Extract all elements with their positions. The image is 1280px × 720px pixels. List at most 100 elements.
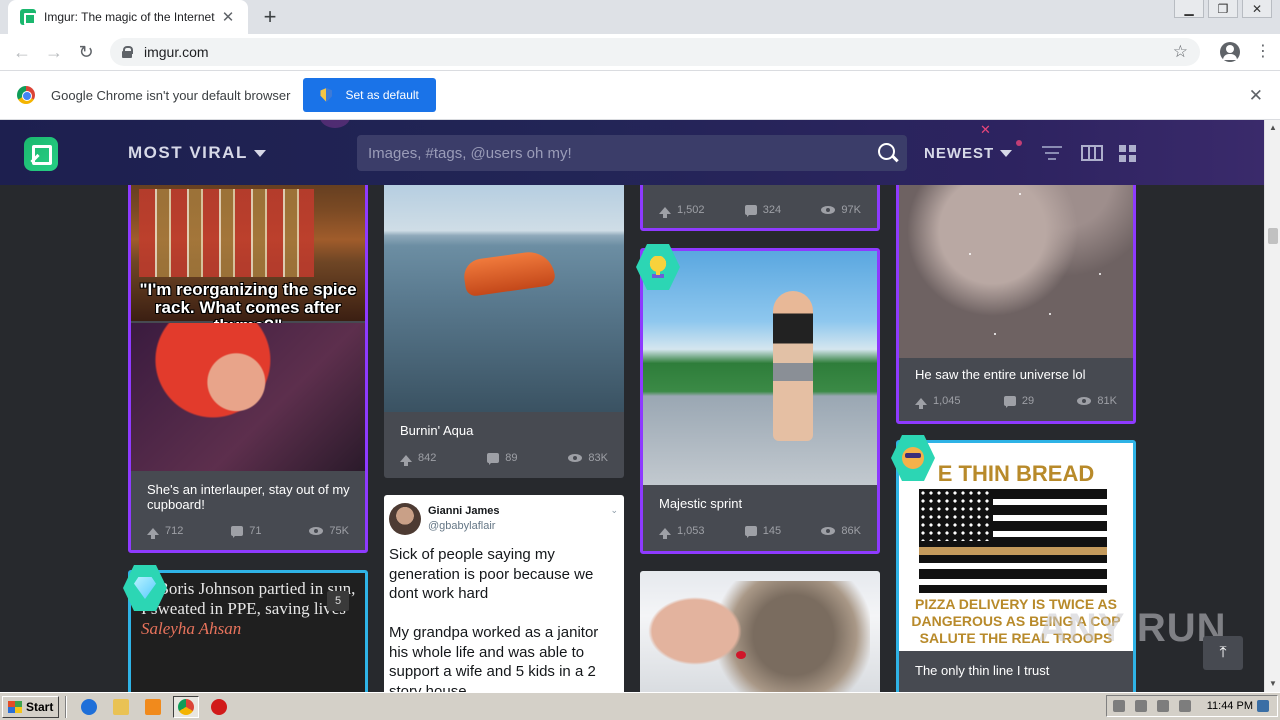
close-tab-icon[interactable]: ✕ bbox=[220, 8, 236, 26]
start-label: Start bbox=[26, 699, 54, 714]
eye-icon bbox=[821, 527, 836, 535]
url-text[interactable]: imgur.com bbox=[144, 44, 1173, 60]
internet-explorer-icon[interactable] bbox=[81, 698, 98, 715]
media-player-icon[interactable] bbox=[145, 698, 162, 715]
tweet-author-handle: @gbabylaflair bbox=[428, 520, 496, 532]
clock: 11:44 PM bbox=[1206, 700, 1253, 712]
stop-icon[interactable] bbox=[211, 698, 228, 715]
comment-count: 29 bbox=[1003, 395, 1034, 408]
folder-icon[interactable] bbox=[113, 698, 130, 715]
search-bar[interactable] bbox=[357, 135, 907, 171]
uniform-grid-icon[interactable] bbox=[1081, 145, 1103, 161]
eye-icon bbox=[821, 206, 836, 214]
window-controls: ▁ ❐ ✕ bbox=[1170, 0, 1272, 18]
post-image[interactable] bbox=[384, 160, 624, 412]
comment-icon bbox=[744, 526, 757, 538]
sparkle bbox=[1019, 193, 1021, 195]
post-title[interactable]: Burnin' Aqua bbox=[400, 423, 473, 438]
imgur-favicon-icon bbox=[20, 9, 36, 25]
forward-arrow-icon[interactable]: → bbox=[38, 36, 70, 68]
eye-icon bbox=[309, 527, 324, 535]
browser-tab[interactable]: Imgur: The magic of the Internet ✕ bbox=[8, 0, 248, 34]
eye-icon bbox=[568, 454, 583, 462]
scroll-down-icon[interactable]: ▼ bbox=[1265, 676, 1280, 692]
chrome-taskbar-button[interactable] bbox=[173, 695, 200, 718]
upvote-count: 712 bbox=[147, 525, 183, 539]
search-input[interactable] bbox=[368, 144, 877, 162]
runner-graphic bbox=[773, 291, 813, 441]
post-stats: 1,053 145 86K bbox=[659, 525, 861, 539]
cool-face-icon bbox=[902, 447, 924, 469]
scroll-thumb[interactable] bbox=[1268, 228, 1278, 244]
start-button[interactable]: Start bbox=[2, 695, 60, 718]
post-card-deer[interactable] bbox=[640, 571, 880, 692]
set-as-default-button[interactable]: Set as default bbox=[303, 78, 436, 112]
comment-count: 145 bbox=[744, 525, 781, 538]
chrome-menu-icon[interactable]: ⋮ bbox=[1254, 44, 1272, 60]
decorative-shape bbox=[320, 120, 350, 128]
upvote-icon bbox=[659, 206, 671, 218]
post-title[interactable]: He saw the entire universe lol bbox=[915, 367, 1120, 382]
tab-title: Imgur: The magic of the Internet bbox=[44, 10, 215, 24]
infobar-close-icon[interactable]: ✕ bbox=[1249, 86, 1263, 106]
hand-graphic bbox=[640, 591, 750, 671]
sort-label: NEWEST bbox=[924, 145, 995, 162]
post-title[interactable]: The only thin line I trust bbox=[915, 663, 1049, 678]
restore-icon[interactable]: ❐ bbox=[1208, 0, 1238, 18]
post-card-bread[interactable]: E THIN BREAD CRUST PIZZA DELIVERY IS TWI… bbox=[896, 440, 1136, 692]
lock-icon[interactable] bbox=[122, 46, 133, 58]
post-card-tweet[interactable]: Gianni James @gbabylaflair ⌄ Sick of peo… bbox=[384, 495, 624, 692]
search-icon[interactable] bbox=[877, 142, 899, 164]
post-card-spice[interactable]: "I'm reorganizing the spice rack. What c… bbox=[128, 170, 368, 553]
post-card-sprint[interactable]: Majestic sprint 1,053 145 86K bbox=[640, 248, 880, 554]
post-title[interactable]: She's an interlauper, stay out of my cup… bbox=[147, 482, 352, 512]
back-arrow-icon[interactable]: ← bbox=[6, 36, 38, 68]
comment-icon bbox=[744, 205, 757, 217]
caret-down-icon bbox=[1000, 150, 1013, 157]
view-count: 97K bbox=[821, 204, 861, 216]
post-title[interactable]: Majestic sprint bbox=[659, 496, 742, 511]
reload-icon[interactable]: ↻ bbox=[70, 36, 102, 68]
back-to-top-button[interactable]: ⤒ bbox=[1203, 636, 1243, 670]
filter-icon[interactable] bbox=[1042, 146, 1062, 160]
uac-shield-icon bbox=[320, 88, 333, 102]
windows-logo-icon bbox=[8, 700, 22, 713]
minimize-icon[interactable]: ▁ bbox=[1174, 0, 1204, 18]
post-image[interactable]: "I'm reorganizing the spice rack. What c… bbox=[131, 173, 365, 335]
spice-rack-graphic bbox=[139, 189, 314, 277]
profile-icon[interactable] bbox=[1220, 42, 1240, 62]
network-icon[interactable] bbox=[1156, 700, 1169, 712]
bookmark-star-icon[interactable]: ☆ bbox=[1173, 42, 1188, 62]
default-browser-infobar: Google Chrome isn't your default browser… bbox=[0, 71, 1280, 120]
upvote-icon bbox=[400, 454, 412, 466]
upvote-count: 1,053 bbox=[659, 525, 705, 539]
post-card-car[interactable]: Burnin' Aqua 842 89 83K bbox=[384, 160, 624, 478]
album-count-badge: 5 bbox=[327, 591, 349, 611]
new-tab-button[interactable]: + bbox=[258, 4, 282, 30]
waterfall-grid-icon[interactable] bbox=[1119, 145, 1136, 162]
volume-icon[interactable] bbox=[1134, 700, 1147, 712]
diamond-icon bbox=[134, 577, 156, 599]
sort-dropdown[interactable]: NEWEST bbox=[924, 145, 1013, 162]
flag-graphic bbox=[919, 489, 1107, 593]
scroll-up-icon[interactable]: ▲ bbox=[1265, 120, 1280, 136]
infobar-message: Google Chrome isn't your default browser bbox=[51, 87, 291, 103]
upvote-icon bbox=[147, 527, 159, 539]
post-image[interactable] bbox=[643, 251, 877, 485]
tab-strip: Imgur: The magic of the Internet ✕ + ▁ ❐… bbox=[0, 0, 1280, 34]
sparkle bbox=[994, 333, 996, 335]
tray-arrow-icon[interactable] bbox=[1112, 700, 1125, 712]
page-scrollbar[interactable]: ▲ ▼ bbox=[1264, 120, 1280, 692]
flag-icon[interactable] bbox=[1178, 700, 1191, 712]
section-dropdown[interactable]: MOST VIRAL bbox=[128, 143, 266, 163]
address-bar[interactable]: imgur.com ☆ bbox=[110, 38, 1200, 66]
show-desktop-icon[interactable] bbox=[1257, 700, 1269, 712]
decorative-dot bbox=[1016, 140, 1022, 146]
view-count: 81K bbox=[1077, 395, 1117, 407]
post-stats: 1,502 324 97K bbox=[659, 204, 861, 218]
post-image[interactable] bbox=[640, 571, 880, 692]
close-window-icon[interactable]: ✕ bbox=[1242, 0, 1272, 18]
imgur-logo-icon[interactable] bbox=[24, 137, 58, 171]
tweet-body: Sick of people saying my generation is p… bbox=[389, 546, 599, 692]
post-image-2[interactable] bbox=[131, 323, 365, 471]
